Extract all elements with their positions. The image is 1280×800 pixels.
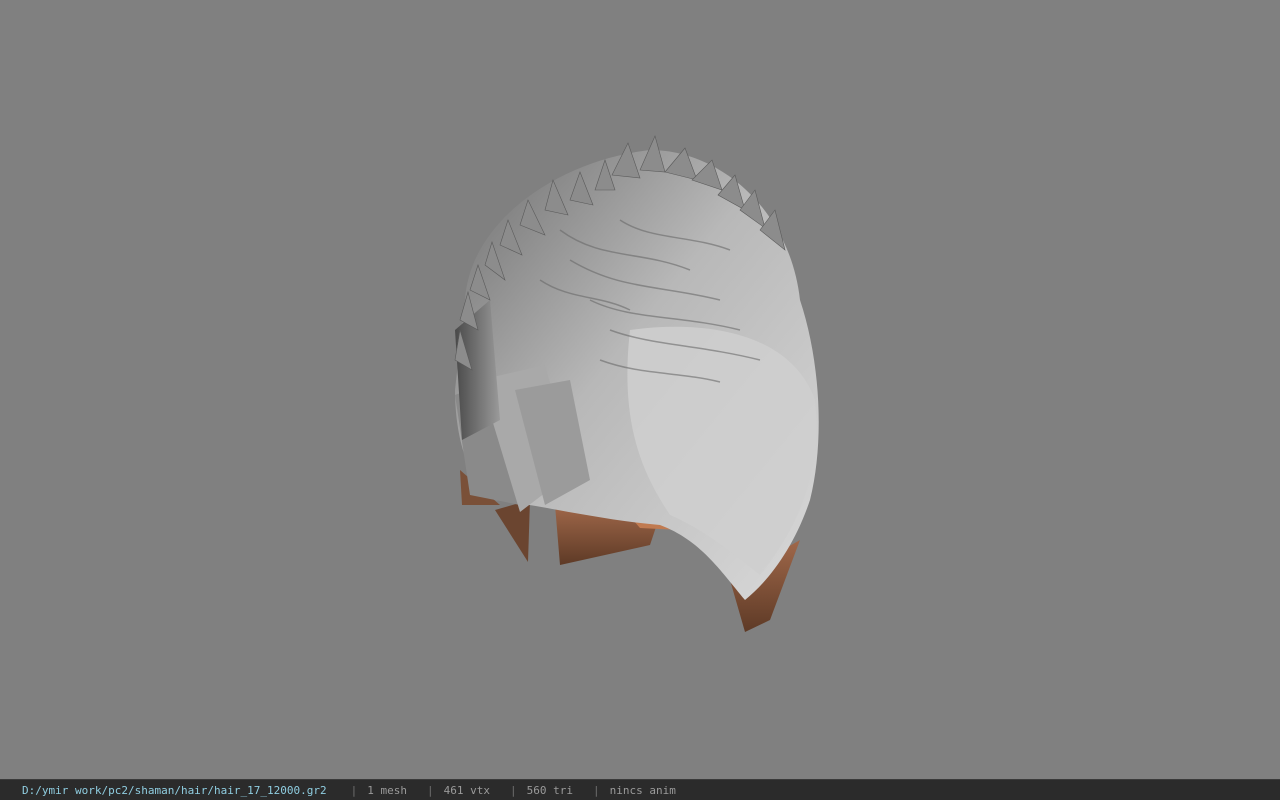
vertex-count: 461 vtx: [443, 783, 490, 797]
hair-model-render: [454, 135, 819, 632]
triangle-count: 560 tri: [526, 783, 573, 797]
status-separator: |: [427, 783, 434, 797]
status-separator: |: [592, 783, 600, 797]
status-separator: |: [350, 783, 358, 797]
file-path: D:/ymir work/pc2/shaman/hair/hair_17_120…: [22, 783, 327, 797]
status-separator: |: [510, 783, 517, 797]
status-bar: D:/ymir work/pc2/shaman/hair/hair_17_120…: [0, 779, 1280, 800]
mesh-count: 1 mesh: [367, 783, 408, 797]
animation-status: nincs anim: [609, 783, 676, 797]
3d-viewport[interactable]: [0, 0, 1280, 779]
